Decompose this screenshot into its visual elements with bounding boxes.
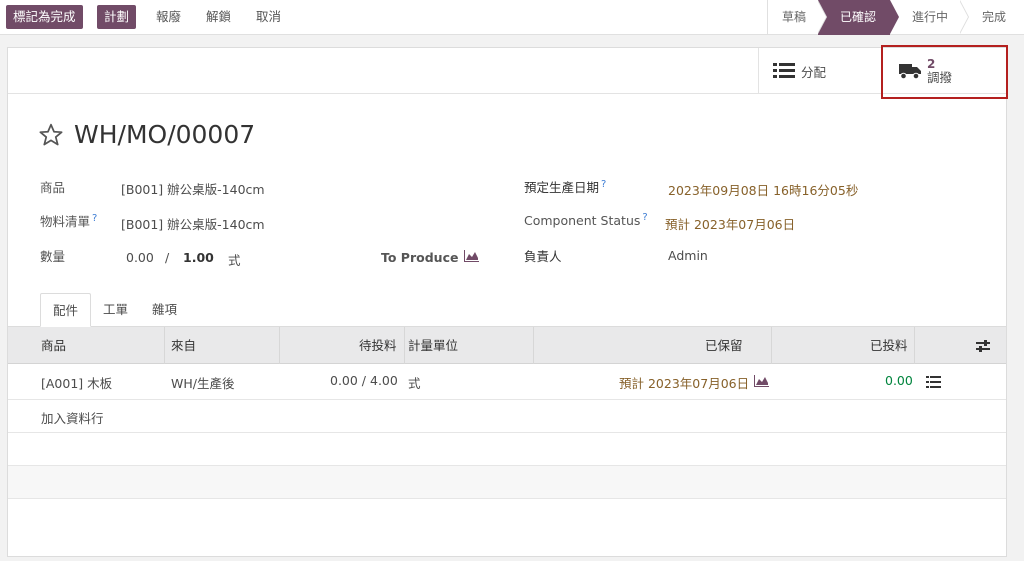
- stage-done[interactable]: 完成: [960, 0, 1024, 35]
- status-bar: 草稿 已確認 進行中 完成: [766, 0, 1024, 35]
- col-consumed[interactable]: 已投料: [870, 327, 908, 364]
- row-product: [A001] 木板: [41, 376, 113, 391]
- row-to-consume: 0.00 / 4.00: [330, 373, 398, 388]
- plan-button[interactable]: 計劃: [97, 5, 137, 29]
- unlock-button[interactable]: 解鎖: [200, 5, 237, 29]
- product-label: 商品: [40, 180, 66, 195]
- add-line-row: 加入資料行: [8, 400, 1006, 433]
- col-product[interactable]: 商品: [41, 327, 66, 364]
- stage-in-progress[interactable]: 進行中: [890, 0, 969, 35]
- empty-row: [8, 433, 1006, 466]
- list-icon: [773, 63, 795, 78]
- col-reserved[interactable]: 已保留: [705, 327, 743, 364]
- mark-done-button[interactable]: 標記為完成: [6, 5, 83, 29]
- star-icon[interactable]: [38, 122, 64, 148]
- tab-work-orders[interactable]: 工單: [91, 293, 140, 327]
- product-value[interactable]: [B001] 辦公桌版-140cm: [121, 179, 265, 198]
- control-panel: 標記為完成 計劃 報廢 解鎖 取消 草稿 已確認 進行中 完成: [0, 0, 1024, 35]
- row-consumed: 0.00: [885, 373, 913, 388]
- qty-produced[interactable]: 0.00: [126, 250, 154, 265]
- record-title: WH/MO/00007: [38, 120, 255, 149]
- forecast-chart-icon[interactable]: [464, 250, 479, 262]
- detailed-operations-icon[interactable]: [926, 376, 941, 388]
- qty-separator: /: [165, 250, 170, 265]
- record-name: WH/MO/00007: [74, 120, 256, 149]
- col-from[interactable]: 來自: [171, 327, 196, 364]
- component-status-label: Component Status?: [524, 212, 648, 229]
- qty-total[interactable]: 1.00: [183, 250, 214, 265]
- tab-miscellaneous[interactable]: 雜項: [140, 293, 189, 327]
- row-from: WH/生產後: [171, 376, 235, 391]
- button-box: 分配 2 調撥: [8, 48, 1006, 94]
- component-status-value: 預計 2023年07月06日: [665, 217, 796, 232]
- optional-columns-icon[interactable]: [976, 340, 990, 352]
- highlight-box: [881, 45, 1008, 99]
- notebook-tabs: 配件 工單 雜項: [40, 293, 189, 327]
- add-line-link[interactable]: 加入資料行: [41, 408, 104, 427]
- bom-label: 物料清單?: [40, 212, 98, 229]
- responsible-label: 負責人: [524, 249, 562, 264]
- to-produce-label: To Produce: [381, 250, 459, 265]
- table-row[interactable]: [A001] 木板 WH/生產後 0.00 / 4.00 式 預計 2023年0…: [8, 364, 1006, 400]
- bom-value[interactable]: [B001] 辦公桌版-140cm: [121, 214, 265, 233]
- distribution-button[interactable]: 分配: [758, 48, 882, 94]
- responsible-value[interactable]: Admin: [668, 248, 708, 263]
- tab-components[interactable]: 配件: [40, 293, 92, 327]
- col-uom[interactable]: 計量單位: [408, 327, 458, 364]
- stage-confirmed[interactable]: 已確認: [817, 0, 899, 35]
- qty-uom: 式: [228, 253, 241, 268]
- qty-label: 數量: [40, 249, 66, 264]
- scrap-button[interactable]: 報廢: [150, 5, 187, 29]
- distribution-label: 分配: [801, 64, 827, 80]
- cancel-button[interactable]: 取消: [250, 5, 287, 29]
- col-to-consume[interactable]: 待投料: [359, 327, 397, 364]
- empty-row: [8, 466, 1006, 499]
- table-header: 商品 來自 待投料 計量單位 已保留 已投料: [8, 327, 1006, 364]
- stage-draft[interactable]: 草稿: [768, 0, 827, 35]
- row-reserved: 預計 2023年07月06日: [619, 376, 750, 391]
- scheduled-date-label: 預定生產日期?: [524, 178, 607, 195]
- row-uom: 式: [408, 376, 421, 391]
- scheduled-date-value[interactable]: 2023年09月08日 16時16分05秒: [668, 180, 858, 199]
- forecast-chart-icon[interactable]: [754, 375, 769, 387]
